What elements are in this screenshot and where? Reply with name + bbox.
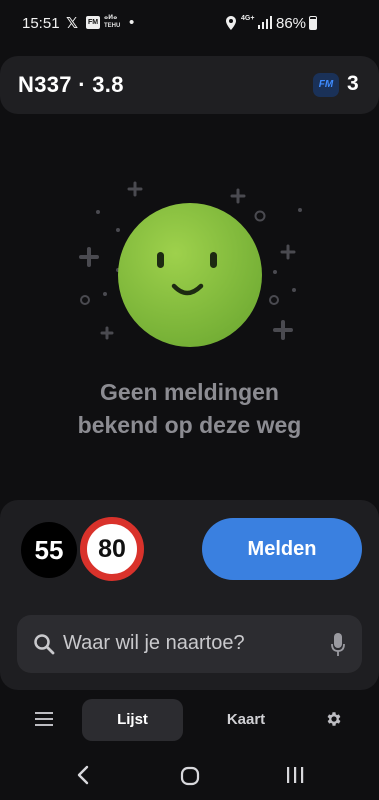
fm-app-icon: FM bbox=[86, 16, 100, 29]
microphone-icon[interactable] bbox=[331, 633, 345, 657]
network-type: 4G+ bbox=[241, 15, 255, 22]
battery-percent: 86% bbox=[276, 15, 307, 32]
empty-state-line1: Geen meldingen bbox=[100, 379, 279, 405]
x-app-icon: 𝕏 bbox=[66, 15, 79, 32]
notification-dot: • bbox=[129, 14, 135, 31]
tab-map[interactable]: Kaart bbox=[206, 699, 286, 741]
speed-limit-sign: 80 bbox=[80, 517, 144, 581]
smiley-face bbox=[118, 203, 262, 347]
tehu-app-icon: ⴰⵍⴰ TEHU bbox=[104, 15, 121, 29]
report-button[interactable]: Melden bbox=[202, 518, 362, 580]
road-title: N337 · 3.8 bbox=[18, 72, 124, 97]
tab-bar: Lijst Kaart bbox=[0, 690, 379, 752]
signal-icon bbox=[258, 16, 272, 29]
fm-badge[interactable]: FM bbox=[313, 73, 339, 97]
search-placeholder: Waar wil je naartoe? bbox=[63, 632, 245, 654]
fm-count: 3 bbox=[347, 72, 359, 95]
status-time: 15:51 bbox=[22, 15, 60, 32]
tab-list[interactable]: Lijst bbox=[82, 699, 183, 741]
battery-icon bbox=[309, 16, 317, 30]
current-speed: 55 bbox=[21, 522, 77, 578]
empty-state-line2: bekend op deze weg bbox=[77, 412, 302, 438]
smiley-illustration bbox=[79, 181, 302, 347]
system-nav-bar bbox=[0, 752, 379, 800]
road-header: N337 · 3.8 FM 3 bbox=[0, 56, 379, 114]
status-bar: 15:51 𝕏 FM ⴰⵍⴰ TEHU • 4G+ 86% bbox=[0, 0, 379, 46]
gear-icon[interactable] bbox=[325, 710, 343, 728]
home-icon[interactable] bbox=[180, 766, 200, 786]
search-icon bbox=[34, 634, 55, 655]
recents-icon[interactable] bbox=[286, 766, 304, 784]
location-icon bbox=[226, 16, 236, 30]
back-icon[interactable] bbox=[76, 765, 90, 785]
menu-icon[interactable] bbox=[35, 711, 53, 727]
empty-state-message: Geen meldingen bekend op deze weg bbox=[0, 376, 379, 442]
search-input[interactable]: Waar wil je naartoe? bbox=[17, 615, 362, 673]
